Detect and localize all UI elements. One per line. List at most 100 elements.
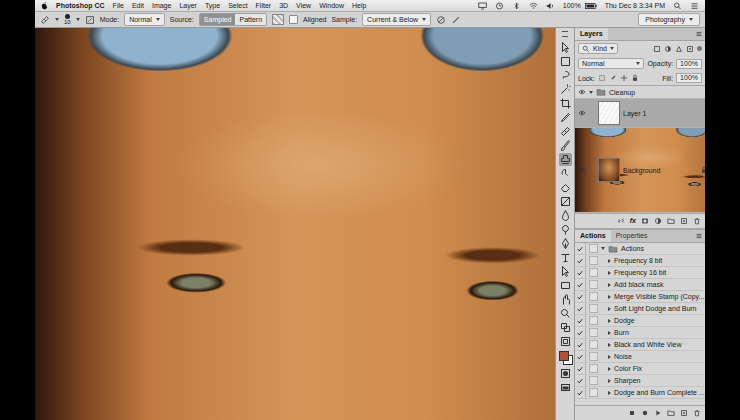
visibility-eye-icon[interactable] [578, 110, 586, 116]
action-check-cell[interactable] [575, 267, 586, 278]
lock-brush-icon[interactable] [609, 74, 617, 82]
battery-percent[interactable]: 100% [563, 0, 581, 11]
source-option[interactable]: Sampled [200, 14, 236, 25]
expand-arrow-icon[interactable] [608, 271, 611, 275]
tool-icon[interactable] [559, 237, 572, 250]
fill-field[interactable]: 100% [676, 73, 702, 83]
dialog-toggle[interactable] [589, 304, 598, 313]
stop-icon[interactable] [628, 409, 636, 417]
dialog-toggle[interactable] [589, 292, 598, 301]
dialog-toggle[interactable] [589, 328, 598, 337]
lock-move-icon[interactable] [620, 74, 628, 82]
tool-icon[interactable] [559, 195, 572, 208]
healing-brush-icon[interactable] [40, 15, 50, 25]
action-row[interactable]: Burn [575, 327, 705, 339]
expand-arrow-icon[interactable] [608, 367, 611, 371]
menu-item[interactable]: File [113, 0, 124, 11]
new-set-icon[interactable] [667, 409, 675, 417]
layer-filter-select[interactable]: Kind [578, 43, 618, 54]
action-row[interactable]: Add black mask [575, 279, 705, 291]
tool-icon[interactable] [559, 223, 572, 236]
tool-icon[interactable] [559, 321, 572, 334]
dialog-toggle[interactable] [589, 376, 598, 385]
action-row[interactable]: Color Fix [575, 363, 705, 375]
expand-arrow-icon[interactable] [601, 247, 605, 250]
layer-row[interactable]: Background [575, 128, 711, 213]
lock-all-icon[interactable] [631, 74, 639, 82]
tool-preset-caret-icon[interactable] [55, 18, 59, 21]
tool-icon[interactable] [559, 97, 572, 110]
layer-row[interactable]: Cleanup [575, 86, 705, 99]
record-icon[interactable] [641, 409, 649, 417]
panel-menu-icon[interactable] [695, 232, 703, 240]
panel-menu-icon[interactable] [695, 30, 703, 38]
action-row[interactable]: Dodge [575, 315, 705, 327]
pressure-icon[interactable] [451, 15, 461, 25]
trash-icon[interactable] [693, 217, 701, 225]
tool-icon[interactable] [559, 69, 572, 82]
link-icon[interactable] [617, 217, 625, 225]
tool-icon[interactable] [559, 181, 572, 194]
tool-icon[interactable] [559, 335, 572, 348]
action-row[interactable]: Black and White View [575, 339, 705, 351]
mask-icon[interactable] [641, 217, 649, 225]
panel-tab[interactable]: Layers [575, 28, 608, 40]
visibility-eye-icon[interactable] [578, 167, 586, 173]
menu-item[interactable]: Layer [179, 0, 197, 11]
dialog-toggle[interactable] [589, 364, 598, 373]
workspace-select[interactable]: Photography [638, 13, 700, 26]
menu-item[interactable]: Select [228, 0, 247, 11]
adjustment-icon[interactable] [654, 217, 662, 225]
dialog-toggle[interactable] [589, 340, 598, 349]
expand-arrow-icon[interactable] [608, 259, 611, 263]
collapse-icon[interactable] [562, 31, 568, 37]
action-row[interactable]: Frequency 8 bit [575, 255, 705, 267]
expand-arrow-icon[interactable] [608, 331, 611, 335]
brush-caret-icon[interactable] [76, 18, 80, 21]
menu-item[interactable]: Edit [132, 0, 144, 11]
spotlight-icon[interactable] [673, 2, 682, 10]
clock-icon[interactable] [495, 2, 504, 10]
action-row[interactable]: Sharpen [575, 375, 705, 387]
lock-pixels-icon[interactable] [598, 74, 606, 82]
expand-arrow-icon[interactable] [608, 307, 611, 311]
expand-arrow-icon[interactable] [608, 283, 611, 287]
action-check-cell[interactable] [575, 291, 586, 302]
opacity-field[interactable]: 100% [676, 59, 702, 69]
sample-select[interactable]: Current & Below [362, 13, 431, 26]
action-check-cell[interactable] [575, 375, 586, 386]
new-layer-icon[interactable] [680, 217, 688, 225]
pattern-swatch[interactable] [272, 14, 284, 25]
wifi-icon[interactable] [529, 2, 538, 10]
dialog-toggle[interactable] [589, 388, 598, 397]
bluetooth-icon[interactable] [512, 2, 521, 10]
dialog-toggle[interactable] [589, 268, 598, 277]
dialog-toggle[interactable] [589, 244, 598, 253]
action-row[interactable]: Soft Light Dodge and Burn [575, 303, 705, 315]
action-check-cell[interactable] [575, 387, 586, 398]
tool-icon[interactable] [559, 251, 572, 264]
tool-icon[interactable] [559, 153, 572, 166]
tool-icon[interactable] [559, 209, 572, 222]
new-group-icon[interactable] [667, 217, 675, 225]
screen-mode-icon[interactable] [559, 381, 572, 394]
menu-item[interactable]: Window [319, 0, 344, 11]
blend-mode-select[interactable]: Normal [578, 58, 644, 69]
action-check-cell[interactable] [575, 279, 586, 290]
action-row[interactable]: Frequency 16 bit [575, 267, 705, 279]
tool-icon[interactable] [559, 41, 572, 54]
tool-icon[interactable] [559, 265, 572, 278]
document-canvas[interactable] [35, 28, 555, 420]
expand-arrow-icon[interactable] [608, 295, 611, 299]
tool-icon[interactable] [559, 111, 572, 124]
color-swatches[interactable] [559, 351, 572, 364]
menu-item[interactable]: Help [352, 0, 366, 11]
action-row[interactable]: Dodge and Burn Complete ... [575, 387, 705, 399]
play-icon[interactable] [654, 409, 662, 417]
display-icon[interactable] [478, 2, 487, 10]
tool-icon[interactable] [559, 55, 572, 68]
action-check-cell[interactable] [575, 303, 586, 314]
expand-arrow-icon[interactable] [608, 391, 611, 395]
menu-item[interactable]: Image [152, 0, 171, 11]
panel-tab[interactable]: Actions [575, 230, 611, 242]
